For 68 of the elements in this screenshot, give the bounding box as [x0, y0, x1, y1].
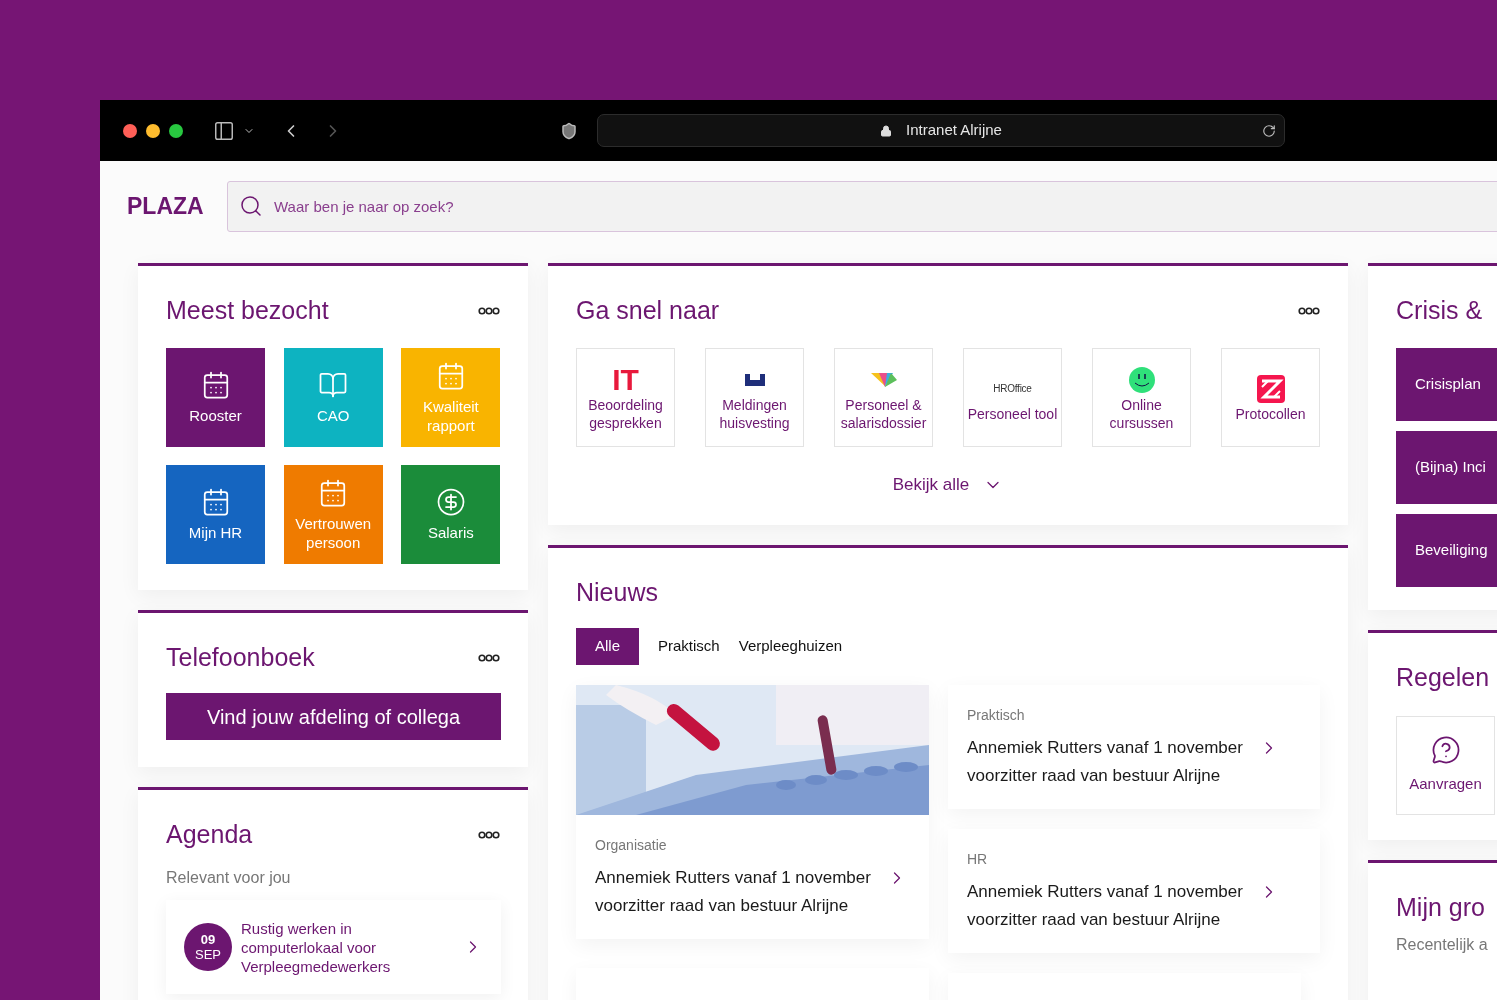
address-bar[interactable]: Intranet Alrijne: [597, 114, 1285, 147]
app-link-tile[interactable]: IT Beoordeling gesprekken: [576, 348, 675, 447]
news-category: HR: [967, 850, 989, 869]
news-category: Praktisch: [967, 706, 1026, 725]
search-field[interactable]: Waar ben je naar op zoek?: [227, 181, 1497, 232]
request-tile[interactable]: Aanvragen: [1396, 716, 1495, 815]
quick-tile[interactable]: Salaris: [401, 465, 501, 564]
news-title-link[interactable]: Annemiek Rutters vanaf 1 november voorzitter raad van bestuur Alrijne: [967, 878, 1247, 934]
smiley-logo-icon: [1128, 366, 1155, 393]
app-link-label: Meldingen huisvesting: [718, 395, 791, 432]
zoom-window-button[interactable]: [169, 123, 183, 138]
app-link-label: Online cursussen: [1108, 395, 1175, 432]
event-title: Rustig werken in computerlokaal voor Verpleegmedewerkers: [241, 918, 392, 976]
search-icon: [239, 194, 263, 218]
protocol-logo-icon: [1255, 373, 1286, 404]
news-tab[interactable]: Alle: [576, 628, 639, 665]
more-icon[interactable]: [1298, 307, 1320, 315]
section-title: Meest bezocht: [166, 295, 329, 327]
section-title: Mijn gro: [1396, 892, 1485, 924]
logo-icon: [743, 373, 766, 386]
news-tab[interactable]: Praktisch: [658, 628, 720, 665]
dollar-coin-icon: [435, 487, 466, 517]
news-tab[interactable]: Verpleeghuizen: [738, 628, 843, 665]
more-icon[interactable]: [478, 831, 500, 839]
app-link-tile[interactable]: Online cursussen: [1092, 348, 1191, 447]
section-title: Nieuws: [576, 577, 658, 609]
more-icon[interactable]: [478, 307, 500, 315]
sidebar-icon[interactable]: [213, 119, 235, 142]
app-link-label: Beoordeling gesprekken: [587, 395, 664, 432]
minimize-window-button[interactable]: [146, 123, 160, 138]
news-category: Organisatie: [595, 836, 668, 855]
agenda-subtitle: Relevant voor jou: [166, 868, 292, 888]
plaza-logo[interactable]: PLAZA: [127, 189, 227, 224]
quick-tile[interactable]: Mijn HR: [166, 465, 265, 564]
section-title: Regelen: [1396, 662, 1490, 694]
quick-tile[interactable]: Rooster: [166, 348, 265, 447]
question-bubble-icon: [1430, 735, 1461, 766]
app-link-tile[interactable]: Protocollen: [1221, 348, 1320, 447]
shield-icon[interactable]: [560, 121, 578, 140]
news-title-link[interactable]: Annemiek Rutters vanaf 1 november voorzitter raad van bestuur Alrijne: [967, 734, 1247, 790]
address-text: Intranet Alrijne: [906, 120, 1002, 141]
find-colleague-button[interactable]: Vind jouw afdeling of collega: [166, 693, 501, 740]
app-link-tile[interactable]: HROffice Personeel tool: [963, 348, 1062, 447]
app-link-label: Protocollen: [1234, 404, 1307, 423]
app-link-tile[interactable]: Meldingen huisvesting: [705, 348, 804, 447]
logo: HROffice: [993, 383, 1032, 394]
crisis-button[interactable]: Beveiliging: [1396, 514, 1497, 587]
app-link-label: Personeel tool: [966, 404, 1059, 423]
section-title: Ga snel naar: [576, 295, 720, 327]
agenda-event[interactable]: 09 SEP Rustig werken in computerlokaal voor Verpleegmedewerkers: [166, 900, 501, 994]
lock-icon: [880, 124, 893, 137]
news-title-link[interactable]: Annemiek Rutters vanaf 1 november voorzitter raad van bestuur Alrijne: [595, 864, 875, 920]
crisis-button[interactable]: (Bijna) Inci: [1396, 431, 1497, 504]
date-month: SEP: [195, 946, 221, 962]
reload-icon[interactable]: [1262, 123, 1276, 138]
group-subtitle: Recentelijk a: [1396, 935, 1489, 955]
logo: IT: [612, 364, 639, 395]
book-icon: [318, 370, 349, 400]
more-icon[interactable]: [478, 654, 500, 662]
show-all-button[interactable]: Bekijk alle: [892, 472, 1004, 498]
close-window-button[interactable]: [123, 123, 137, 138]
app-link-tile[interactable]: Personeel & salarisdossier: [834, 348, 933, 447]
section-title: Crisis &: [1396, 295, 1483, 327]
date-day: 09: [200, 932, 216, 947]
section-title: Agenda: [166, 819, 253, 851]
section-title: Telefoonboek: [166, 642, 315, 674]
crisis-button[interactable]: Crisisplan: [1396, 348, 1497, 421]
app-link-label: Personeel & salarisdossier: [839, 395, 928, 432]
